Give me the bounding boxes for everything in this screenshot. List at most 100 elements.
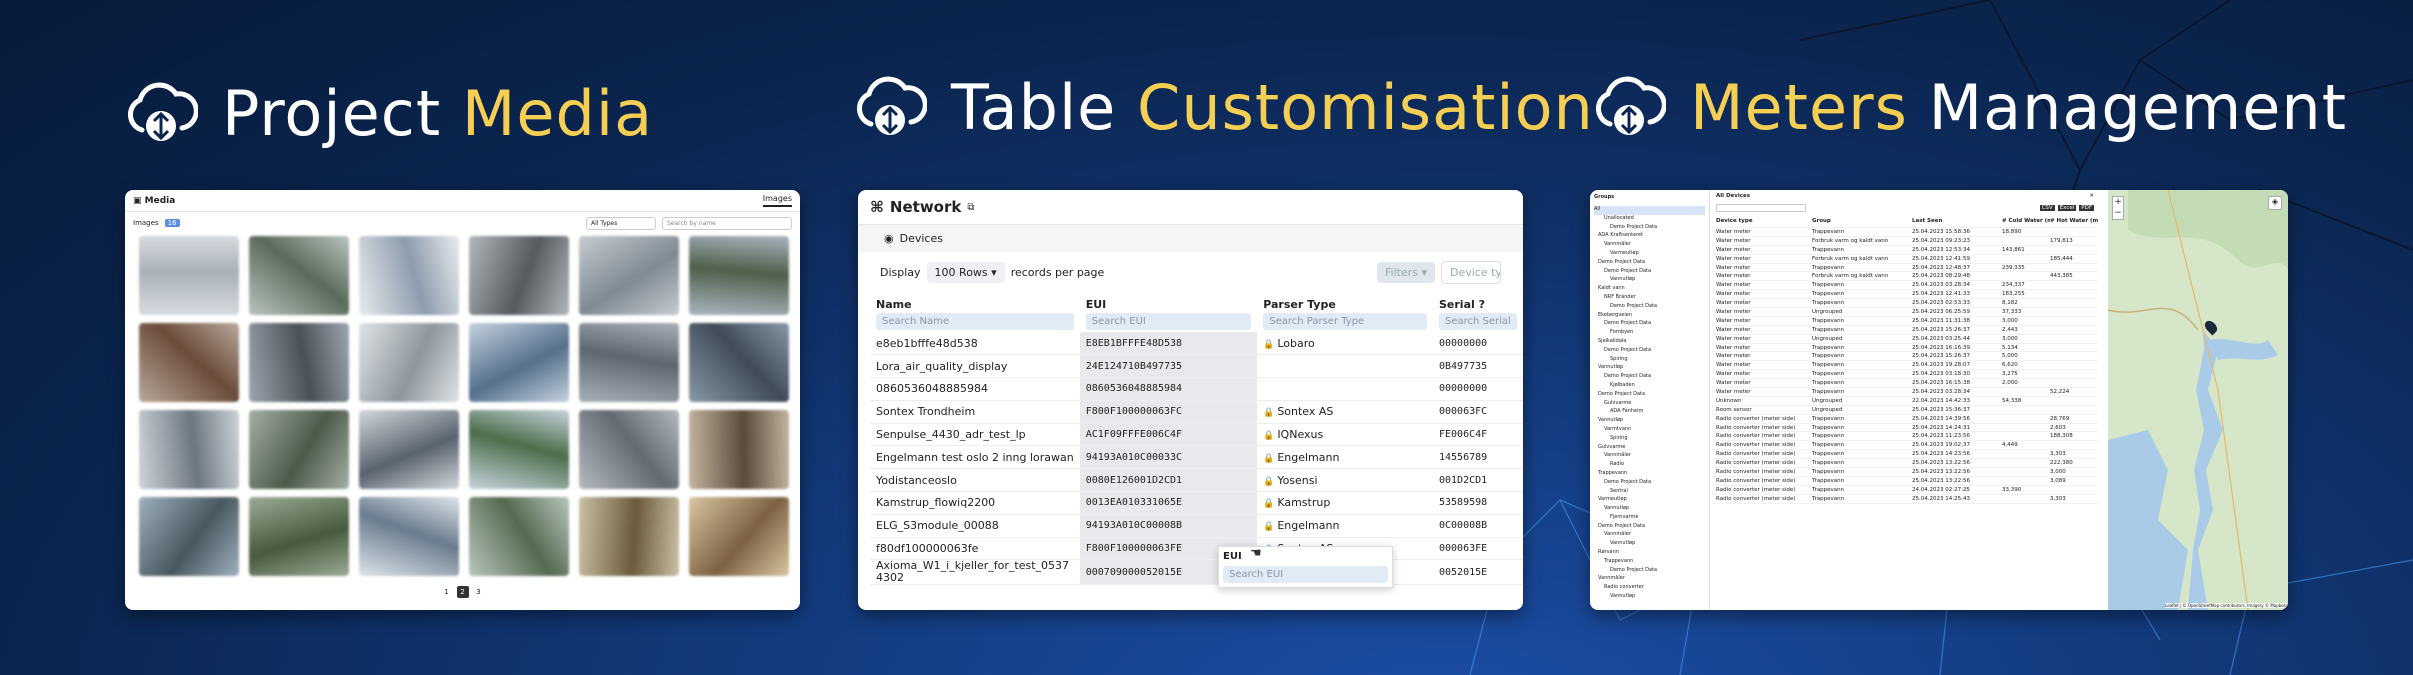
- search-serial-input[interactable]: Search Serial: [1439, 313, 1517, 330]
- device-row[interactable]: ELG_S3module_00088 94193A010C00008B 🔒 Enge…: [870, 514, 1523, 538]
- device-row[interactable]: Kamstrup_flowiq2200 0013EA010331065E 🔒 Kam…: [870, 491, 1523, 515]
- search-eui-input[interactable]: Search EUI: [1085, 313, 1252, 330]
- meter-row[interactable]: Water meter Trappevann 25.04.2023 12:41:33…: [1712, 290, 2098, 300]
- meter-row[interactable]: Water meter Forbruk varm og kaldt vann 25.…: [1712, 237, 2098, 246]
- group-tree-item[interactable]: NRF Bränder: [1594, 294, 1705, 303]
- column-header-name[interactable]: Name Search Name: [870, 296, 1080, 332]
- group-tree-item[interactable]: Gulvvarme: [1594, 400, 1705, 409]
- col-device-type[interactable]: Device type: [1712, 218, 1812, 224]
- group-tree-item[interactable]: Radio: [1594, 461, 1705, 470]
- meter-row[interactable]: Water meter Trappevann 25.04.2023 03:28:34…: [1712, 281, 2098, 291]
- devices-map[interactable]: + − ◈ Leaflet | © OpenStreetMap contribut…: [2107, 190, 2288, 610]
- group-tree-item[interactable]: Demo Project Data: [1594, 259, 1705, 268]
- media-thumbnail[interactable]: [469, 236, 569, 315]
- group-tree-item[interactable]: Demo Project Data: [1594, 391, 1705, 400]
- search-parser-type-input[interactable]: Search Parser Type: [1263, 313, 1427, 330]
- device-row[interactable]: Senpulse_4430_adr_test_lp AC1F09FFFE006C4…: [870, 423, 1523, 447]
- device-type-filter[interactable]: Device typ: [1441, 260, 1501, 284]
- media-thumbnail[interactable]: [579, 497, 679, 576]
- col-group[interactable]: Group: [1812, 218, 1912, 224]
- group-tree-item[interactable]: Demo Project Data: [1594, 303, 1705, 312]
- group-tree-item[interactable]: Demo Project Data: [1594, 347, 1705, 356]
- meter-row[interactable]: Water meter Trappevann 25.04.2023 15:26:37…: [1712, 326, 2098, 335]
- meter-row[interactable]: Radio converter (meter side) Trappevann 25…: [1712, 450, 2098, 460]
- group-tree-item[interactable]: Demo Project Data: [1594, 523, 1705, 532]
- group-tree-item[interactable]: Rørvann: [1594, 549, 1705, 558]
- meter-row[interactable]: Radio converter (meter side) Trappevann 25…: [1712, 468, 2098, 477]
- dragged-column-ghost[interactable]: EUI Search EUI: [1218, 546, 1393, 588]
- group-tree-item[interactable]: Sjeikalidala: [1594, 338, 1705, 347]
- group-tree-item[interactable]: Vannmåler: [1594, 452, 1705, 461]
- meter-row[interactable]: Water meter Trappevann 25.04.2023 15:26:37…: [1712, 352, 2098, 362]
- meter-row[interactable]: Radio converter (meter side) Trappevann 25…: [1712, 495, 2098, 504]
- group-tree-item[interactable]: Vannutløp: [1594, 364, 1705, 373]
- media-thumbnail[interactable]: [249, 410, 349, 489]
- copy-icon[interactable]: ⧉: [967, 202, 974, 213]
- group-tree-item[interactable]: Vannmåler: [1594, 575, 1705, 584]
- search-name-input[interactable]: Search Name: [876, 313, 1074, 330]
- group-tree-item[interactable]: Varmeutløp: [1594, 496, 1705, 505]
- media-thumbnail[interactable]: [139, 323, 239, 402]
- group-tree-item[interactable]: Demo Project Data: [1594, 268, 1705, 277]
- zoom-in-icon[interactable]: +: [2113, 197, 2123, 208]
- csv-button[interactable]: CSV: [2039, 205, 2055, 211]
- group-tree-item[interactable]: Fornbyen: [1594, 329, 1705, 338]
- page-3[interactable]: 3: [473, 586, 485, 598]
- media-thumbnail[interactable]: [579, 410, 679, 489]
- device-row[interactable]: Sontex Trondheim F800F100000063FC 🔒 Sontex…: [870, 400, 1523, 424]
- group-tree-item[interactable]: Vannmåler: [1594, 531, 1705, 540]
- column-header-eui[interactable]: EUI Search EUI: [1080, 296, 1258, 332]
- close-icon[interactable]: ✕: [2089, 193, 2094, 199]
- meter-row[interactable]: Water meter Trappevann 25.04.2023 02:53:33…: [1712, 299, 2098, 309]
- group-tree-item[interactable]: Varmtvann: [1594, 426, 1705, 435]
- meter-row[interactable]: Water meter Trappevann 25.04.2023 16:16:39…: [1712, 344, 2098, 353]
- media-thumbnail[interactable]: [579, 323, 679, 402]
- col-cold-water[interactable]: # Cold Water (m³): [2002, 218, 2050, 224]
- meter-row[interactable]: Room sensor Ungrouped 25.04.2023 15:36:37: [1712, 406, 2098, 415]
- media-thumbnail[interactable]: [689, 410, 789, 489]
- meter-row[interactable]: Water meter Trappevann 25.04.2023 03:28:34…: [1712, 388, 2098, 397]
- media-thumbnail[interactable]: [359, 323, 459, 402]
- meter-row[interactable]: Water meter Trappevann 25.04.2023 12:53:34…: [1712, 246, 2098, 255]
- col-hot-water[interactable]: # Hot Water (m³): [2050, 218, 2098, 224]
- group-tree-item[interactable]: Trappevann: [1594, 558, 1705, 567]
- meter-row[interactable]: Radio converter (meter side) Trappevann 24…: [1712, 486, 2098, 495]
- meter-row[interactable]: Radio converter (meter side) Trappevann 25…: [1712, 477, 2098, 486]
- device-row[interactable]: 0860536048885984 0860536048885984 00000000: [870, 377, 1523, 401]
- meter-row[interactable]: Radio converter (meter side) Trappevann 25…: [1712, 459, 2098, 469]
- device-row[interactable]: f80df100000063feF800F100000063FE🔒 Sontex…: [870, 537, 1523, 561]
- help-icon[interactable]: ?: [1479, 298, 1485, 311]
- layers-icon[interactable]: ◈: [2268, 196, 2282, 210]
- group-tree-item[interactable]: Spiring: [1594, 356, 1705, 365]
- group-tree-item[interactable]: Spiring: [1594, 435, 1705, 444]
- media-thumbnail[interactable]: [469, 497, 569, 576]
- media-thumbnail[interactable]: [469, 410, 569, 489]
- media-thumbnail[interactable]: [359, 236, 459, 315]
- meter-row[interactable]: Water meter Trappevann 25.04.2023 15:58:36…: [1712, 228, 2098, 237]
- meter-row[interactable]: Water meter Trappevann 25.04.2023 03:18:30…: [1712, 370, 2098, 380]
- meter-row[interactable]: Radio converter (meter side) Trappevann 25…: [1712, 441, 2098, 451]
- group-tree-item[interactable]: Demo Project Data: [1594, 373, 1705, 382]
- meter-row[interactable]: Water meter Forbruk varm og kaldt vann 25.…: [1712, 272, 2098, 282]
- media-thumbnail[interactable]: [139, 497, 239, 576]
- meter-row[interactable]: Water meter Trappevann 25.04.2023 11:31:38…: [1712, 317, 2098, 326]
- group-tree-item[interactable]: ADA Fanheim: [1594, 408, 1705, 417]
- group-tree-item[interactable]: Kaldt vann: [1594, 285, 1705, 294]
- meter-row[interactable]: Radio converter (meter side) Trappevann 25…: [1712, 432, 2098, 442]
- meter-row[interactable]: Water meter Trappevann 25.04.2023 19:28:07…: [1712, 361, 2098, 371]
- media-thumbnail[interactable]: [579, 236, 679, 315]
- meter-row[interactable]: Water meter Forbruk varm og kaldt vann 25.…: [1712, 255, 2098, 264]
- group-tree-item[interactable]: Vannutløp: [1594, 505, 1705, 514]
- media-thumbnail[interactable]: [359, 410, 459, 489]
- device-row[interactable]: Yodistanceoslo 0080E126001D2CD1 🔒 Yosensi 0…: [870, 468, 1523, 493]
- column-header-serial[interactable]: Serial ? Search Serial: [1433, 296, 1523, 332]
- group-tree-item[interactable]: Radio converter: [1594, 584, 1705, 593]
- group-tree-item[interactable]: Vannutløp: [1594, 417, 1705, 426]
- pdf-button[interactable]: PDF: [2079, 205, 2094, 211]
- page-2[interactable]: 2: [456, 586, 469, 598]
- meter-row[interactable]: Water meter Ungrouped 25.04.2023 03:25:44 3…: [1712, 335, 2098, 344]
- group-tree-item[interactable]: Vannmåler: [1594, 241, 1705, 250]
- media-thumbnail[interactable]: [689, 497, 789, 576]
- media-thumbnail[interactable]: [689, 236, 789, 315]
- group-tree-item[interactable]: Demo Project Data: [1594, 567, 1705, 576]
